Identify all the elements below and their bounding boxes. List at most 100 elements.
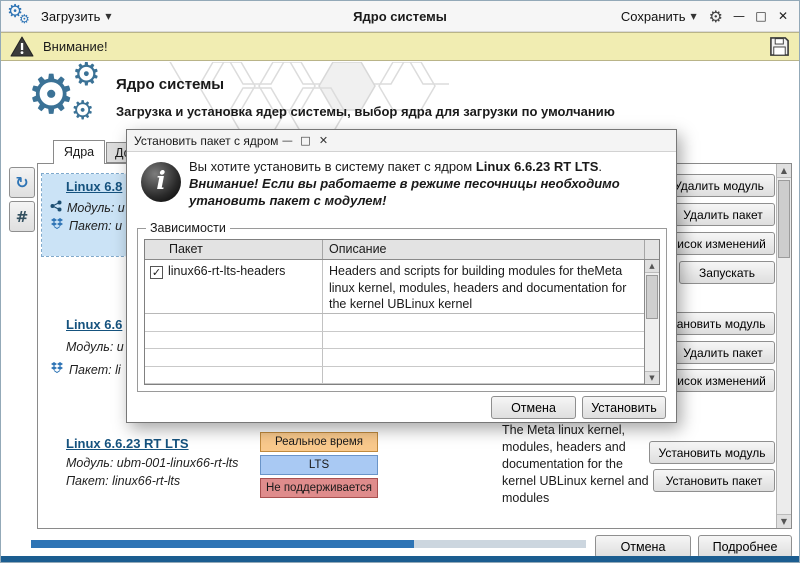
dependencies-table: Пакет Описание ✓ linux66-rt-lts-headers — [144, 239, 660, 385]
scroll-up-icon[interactable]: ▲ — [645, 260, 659, 273]
install-package-dialog: Установить пакет с ядром — □ ✕ i Вы хоти… — [126, 129, 677, 423]
kernel-module-label: Модуль: u — [66, 340, 124, 354]
warning-triangle-icon — [10, 36, 34, 57]
kernel-module-row: Модуль: ubm-001-linux66-rt-lts — [66, 456, 238, 470]
hexagon-pattern — [169, 62, 449, 134]
gear-icon: ⚙ — [27, 68, 75, 122]
kernel-package-label: Пакет: u — [69, 219, 122, 233]
dialog-message: Вы хотите установить в систему пакет с я… — [189, 158, 666, 209]
kernel-module-label: Модуль: u — [67, 201, 125, 215]
load-button[interactable]: Загрузить ▼ — [35, 6, 118, 27]
titlebar: ⚙ ⚙ Загрузить ▼ Ядро системы Сохранить ▼… — [1, 1, 799, 32]
kernel-description: The Meta linux kernel, modules, headers … — [502, 422, 652, 507]
kernel-module-label: Модуль: ubm-001-linux66-rt-lts — [66, 456, 238, 470]
package-icon — [50, 362, 64, 377]
cancel-button[interactable]: Отмена — [595, 535, 691, 558]
close-button[interactable]: ✕ — [773, 9, 793, 23]
column-header-package[interactable]: Пакет — [145, 240, 323, 259]
dialog-title: Установить пакет с ядром — [134, 134, 278, 148]
chevron-down-icon: ▼ — [105, 12, 111, 21]
warning-bar: Внимание! — [1, 32, 799, 61]
badge-unsupported: Не поддерживается — [260, 478, 378, 498]
badge-realtime: Реальное время — [260, 432, 378, 452]
check-icon: ✓ — [152, 266, 161, 279]
kernel-link[interactable]: Linux 6.6.23 RT LTS — [66, 436, 189, 451]
details-button[interactable]: Подробнее — [698, 535, 792, 558]
load-button-label: Загрузить — [41, 9, 100, 24]
remove-package-button[interactable]: Удалить пакет — [671, 341, 775, 364]
dependency-checkbox[interactable]: ✓ — [150, 266, 163, 279]
scroll-up-icon[interactable]: ▲ — [777, 164, 791, 178]
kernel-link[interactable]: Linux 6.8 — [66, 179, 122, 194]
package-cell: ✓ linux66-rt-lts-headers — [145, 260, 323, 313]
scrollbar-thumb[interactable] — [778, 180, 790, 258]
remove-module-button[interactable]: Удалить модуль — [663, 174, 775, 197]
dialog-close-button[interactable]: ✕ — [314, 134, 332, 147]
refresh-button[interactable]: ↻ — [9, 167, 35, 198]
table-row[interactable]: ✓ linux66-rt-lts-headers Headers and scr… — [145, 260, 644, 314]
message-text: Вы хотите установить в систему пакет с я… — [189, 159, 476, 174]
hash-icon: # — [16, 208, 29, 226]
kernel-gears-icon: ⚙ ⚙ ⚙ — [27, 64, 119, 132]
dependency-package-name: linux66-rt-lts-headers — [168, 264, 285, 278]
kernel-item-linux-6-6-23-rt-lts[interactable]: Linux 6.6.23 RT LTS Модуль: ubm-001-linu… — [42, 420, 652, 516]
column-header-description[interactable]: Описание — [323, 240, 644, 259]
dialog-cancel-button[interactable]: Отмена — [491, 396, 576, 419]
scrollbar-thumb[interactable] — [646, 275, 658, 319]
module-icon — [50, 200, 62, 215]
message-warning: Внимание! Если вы работаете в режиме пес… — [189, 175, 666, 209]
kernel-module-row: Модуль: u — [50, 200, 125, 215]
gear-icon: ⚙ — [72, 62, 101, 90]
scroll-down-icon[interactable]: ▼ — [645, 371, 659, 384]
window-bottom-edge — [1, 556, 799, 562]
table-scrollbar[interactable]: ▲ ▼ — [644, 260, 659, 384]
page-header: ⚙ ⚙ ⚙ Ядро системы Загрузка и установка … — [1, 62, 799, 134]
refresh-icon: ↻ — [15, 173, 28, 192]
table-rows: ✓ linux66-rt-lts-headers Headers and scr… — [145, 260, 644, 384]
tab-kernels[interactable]: Ядра — [53, 140, 105, 164]
kernel-module-row: Модуль: u — [66, 340, 124, 354]
badge-lts: LTS — [260, 455, 378, 475]
dialog-titlebar[interactable]: Установить пакет с ядром — □ ✕ — [127, 130, 676, 152]
app-gears-icon: ⚙ ⚙ — [7, 3, 35, 29]
progress-bar — [31, 540, 586, 548]
progress-fill — [31, 540, 414, 548]
maximize-button[interactable]: □ — [751, 9, 771, 23]
page-title: Ядро системы — [116, 76, 224, 93]
app-window: ⚙ ⚙ Загрузить ▼ Ядро системы Сохранить ▼… — [0, 0, 800, 563]
page-subtitle: Загрузка и установка ядер системы, выбор… — [116, 104, 615, 119]
install-module-button[interactable]: Установить модуль — [649, 441, 775, 464]
kernel-package-row: Пакет: li — [50, 362, 121, 377]
table-header-corner — [644, 240, 659, 259]
gear-icon: ⚙ — [19, 13, 30, 25]
table-row-empty — [145, 332, 644, 350]
remove-package-button[interactable]: Удалить пакет — [671, 203, 775, 226]
vertical-scrollbar[interactable]: ▲ ▼ — [776, 164, 791, 528]
save-file-icon[interactable] — [769, 36, 790, 57]
message-period: . — [598, 159, 602, 174]
settings-gear-icon[interactable]: ⚙ — [705, 7, 727, 26]
titlebar-right-cluster: Сохранить ▼ ⚙ — □ ✕ — [615, 6, 799, 27]
save-button[interactable]: Сохранить ▼ — [615, 6, 703, 27]
kernel-package-row: Пакет: u — [50, 218, 122, 233]
dependencies-legend: Зависимости — [146, 221, 230, 235]
minimize-button[interactable]: — — [729, 9, 749, 23]
dialog-install-button[interactable]: Установить — [582, 396, 666, 419]
kernel-package-label: Пакет: linux66-rt-lts — [66, 474, 180, 488]
table-row-empty — [145, 349, 644, 367]
dialog-maximize-button[interactable]: □ — [296, 134, 314, 147]
package-icon — [50, 218, 64, 233]
install-package-button[interactable]: Установить пакет — [653, 469, 775, 492]
scroll-down-icon[interactable]: ▼ — [777, 514, 791, 528]
dependency-description: Headers and scripts for building modules… — [323, 260, 644, 313]
message-kernel-name: Linux 6.6.23 RT LTS — [476, 159, 599, 174]
dependencies-group: Зависимости Пакет Описание ✓ — [137, 228, 667, 392]
gear-icon: ⚙ — [71, 98, 94, 124]
run-button[interactable]: Запускать — [679, 261, 775, 284]
dialog-minimize-button[interactable]: — — [278, 134, 296, 147]
kernel-package-label: Пакет: li — [69, 363, 121, 377]
hash-button[interactable]: # — [9, 201, 35, 232]
kernel-package-row: Пакет: linux66-rt-lts — [66, 474, 180, 488]
kernel-link[interactable]: Linux 6.6 — [66, 317, 122, 332]
info-icon: i — [141, 162, 181, 202]
